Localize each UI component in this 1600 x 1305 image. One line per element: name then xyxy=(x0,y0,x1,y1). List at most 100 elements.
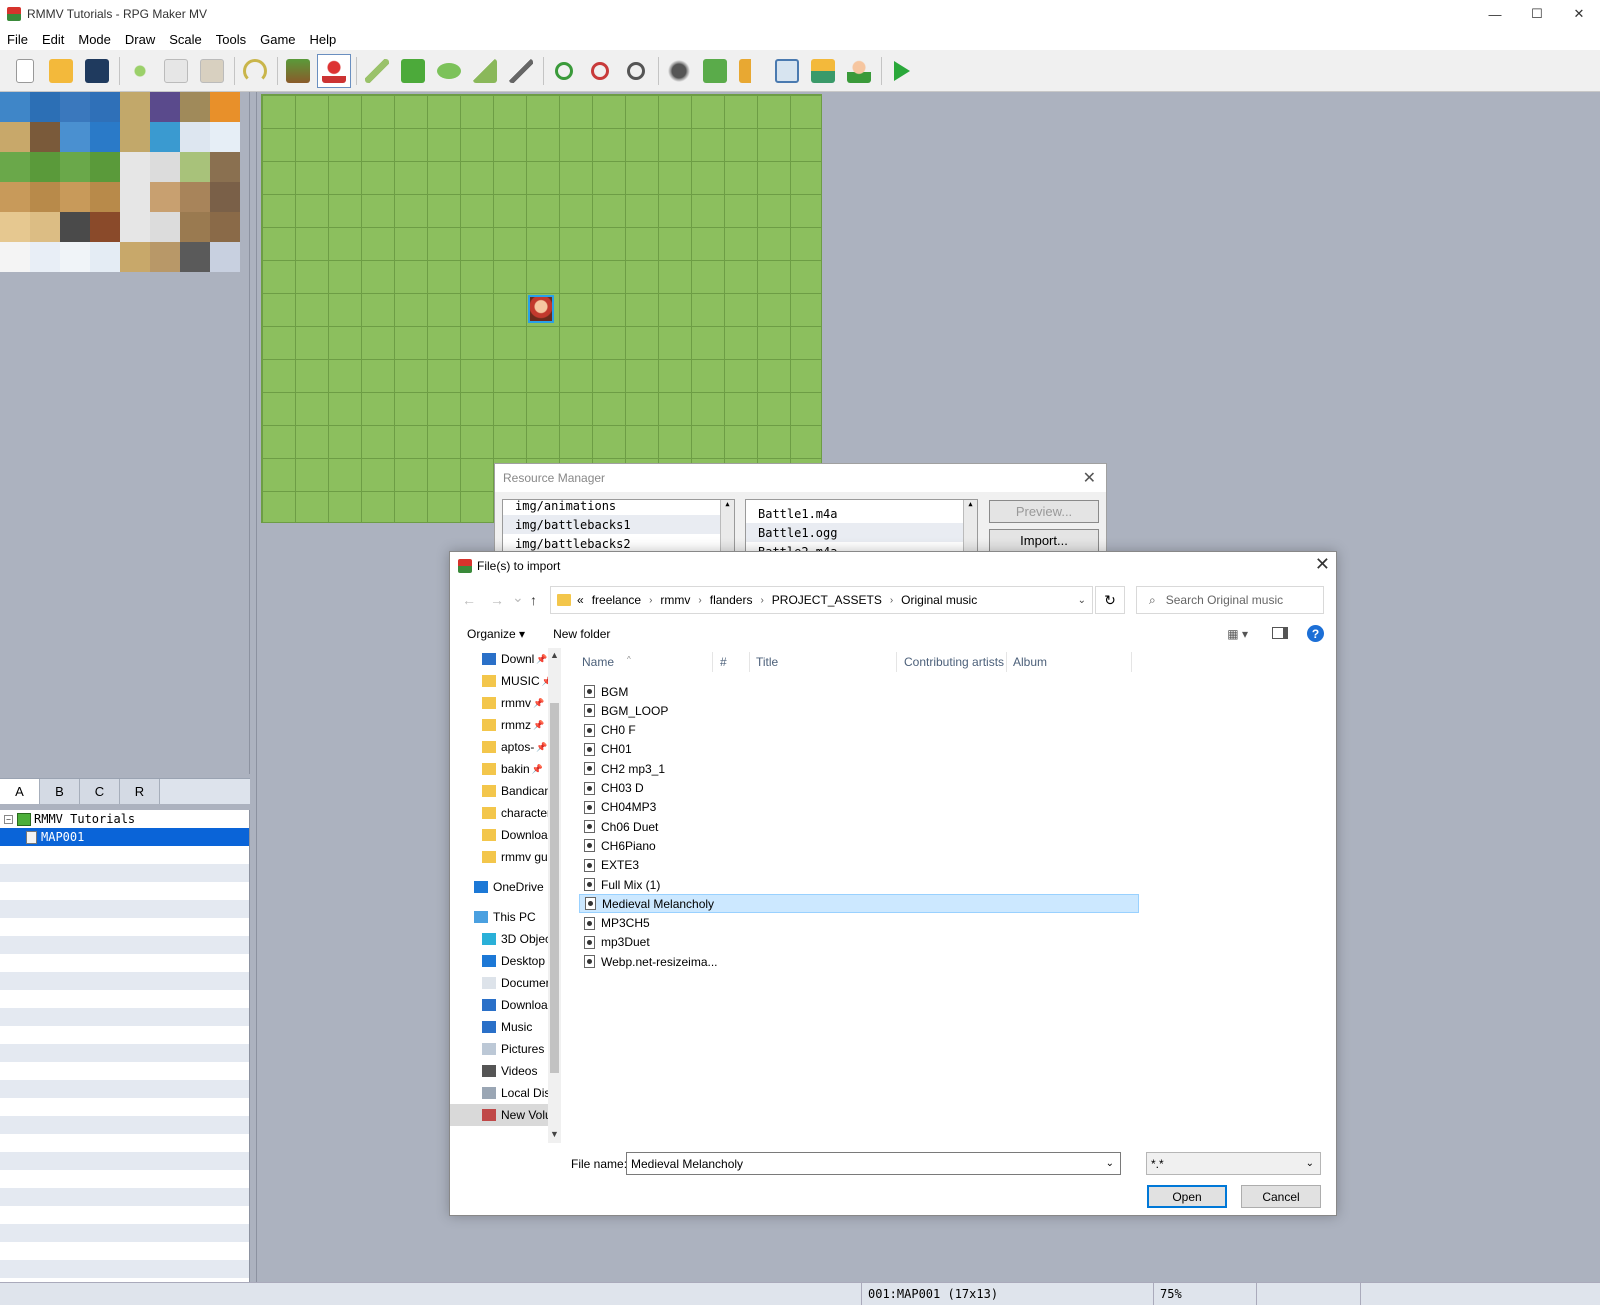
nav-item[interactable]: aptos- 📌 xyxy=(450,736,560,758)
file-row[interactable]: BGM_LOOP xyxy=(579,701,1139,720)
file-row[interactable]: BGM xyxy=(579,682,1139,701)
tile[interactable] xyxy=(60,152,90,182)
tile[interactable] xyxy=(0,122,30,152)
zoom-in-button[interactable] xyxy=(547,54,581,88)
file-row[interactable]: Webp.net-resizeima... xyxy=(579,952,1139,971)
file-row[interactable]: CH04MP3 xyxy=(579,798,1139,817)
tile[interactable] xyxy=(0,212,30,242)
actual-size-button[interactable] xyxy=(619,54,653,88)
help-icon[interactable]: ? xyxy=(1307,625,1324,642)
tile[interactable] xyxy=(60,242,90,272)
new-folder-button[interactable]: New folder xyxy=(553,627,610,641)
import-button[interactable]: Import... xyxy=(989,529,1099,552)
tile[interactable] xyxy=(60,122,90,152)
event-searcher-button[interactable] xyxy=(770,54,804,88)
preview-pane-icon[interactable] xyxy=(1272,627,1288,639)
tile[interactable] xyxy=(150,122,180,152)
nav-item[interactable]: Downloa xyxy=(450,824,560,846)
file-name-input[interactable]: Medieval Melancholy ⌄ xyxy=(626,1152,1121,1175)
tile[interactable] xyxy=(180,182,210,212)
file-row[interactable]: mp3Duet xyxy=(579,933,1139,952)
resource-folder-scrollbar[interactable]: ▲ xyxy=(720,500,734,554)
menu-file[interactable]: File xyxy=(0,32,35,47)
pencil-button[interactable] xyxy=(360,54,394,88)
nav-item[interactable]: rmmz 📌 xyxy=(450,714,560,736)
menu-mode[interactable]: Mode xyxy=(71,32,118,47)
tile[interactable] xyxy=(120,212,150,242)
resource-folder-list[interactable]: img/animations img/battlebacks1 img/batt… xyxy=(502,499,735,555)
file-row[interactable]: Full Mix (1) xyxy=(579,875,1139,894)
refresh-button[interactable]: ↻ xyxy=(1095,586,1125,614)
dialog-close-button[interactable]: ✕ xyxy=(1315,554,1330,575)
nav-item[interactable]: character xyxy=(450,802,560,824)
tile[interactable] xyxy=(90,92,120,122)
resource-manager-button[interactable] xyxy=(806,54,840,88)
ellipse-button[interactable] xyxy=(432,54,466,88)
fill-button[interactable] xyxy=(468,54,502,88)
nav-item[interactable]: Downl 📌 xyxy=(450,648,560,670)
breadcrumb-freelance[interactable]: freelance xyxy=(592,593,641,607)
scrollbar-thumb[interactable] xyxy=(550,703,559,1073)
column-name[interactable]: Name xyxy=(582,655,614,669)
list-item[interactable]: Battle1.ogg xyxy=(746,523,977,542)
tile[interactable] xyxy=(0,152,30,182)
tab-r[interactable]: R xyxy=(120,779,160,804)
resource-file-list[interactable]: Battle1.m4a Battle1.ogg Battle2.m4a ▲ xyxy=(745,499,978,555)
tile[interactable] xyxy=(210,122,240,152)
save-project-button[interactable] xyxy=(80,54,114,88)
tile[interactable] xyxy=(0,182,30,212)
tile[interactable] xyxy=(120,92,150,122)
column-number[interactable]: # xyxy=(720,655,727,669)
file-row[interactable]: CH2 mp3_1 xyxy=(579,759,1139,778)
back-arrow-icon[interactable]: ← xyxy=(462,592,476,608)
tile[interactable] xyxy=(210,182,240,212)
list-item[interactable]: img/animations xyxy=(503,500,734,515)
event-mode-button[interactable] xyxy=(317,53,351,88)
database-button[interactable] xyxy=(662,54,696,88)
file-row[interactable]: CH0 F xyxy=(579,721,1139,740)
tile[interactable] xyxy=(30,182,60,212)
resource-file-scrollbar[interactable]: ▲ xyxy=(963,500,977,554)
tile[interactable] xyxy=(180,92,210,122)
undo-button[interactable] xyxy=(238,54,272,88)
nav-item[interactable]: 3D Objec xyxy=(450,928,560,950)
view-options-icon[interactable]: ▦ ▾ xyxy=(1227,627,1248,641)
tileset-grid[interactable] xyxy=(0,92,240,272)
resource-manager-close-button[interactable]: ✕ xyxy=(1083,468,1096,488)
nav-item[interactable]: Music xyxy=(450,1016,560,1038)
tile[interactable] xyxy=(150,92,180,122)
up-arrow-icon[interactable]: ↑ xyxy=(530,592,537,608)
column-divider[interactable] xyxy=(749,652,750,672)
nav-item[interactable]: bakin 📌 xyxy=(450,758,560,780)
tile[interactable] xyxy=(90,152,120,182)
tab-a[interactable]: A xyxy=(0,779,40,804)
paste-button[interactable] xyxy=(195,54,229,88)
tile[interactable] xyxy=(30,242,60,272)
tile[interactable] xyxy=(180,242,210,272)
nav-item[interactable]: This PC xyxy=(450,906,560,928)
tile[interactable] xyxy=(150,212,180,242)
file-row[interactable]: Ch06 Duet xyxy=(579,817,1139,836)
map-grid[interactable] xyxy=(261,94,822,523)
tile[interactable] xyxy=(210,212,240,242)
map-mode-button[interactable] xyxy=(281,54,315,88)
chevron-down-icon[interactable]: ⌄ xyxy=(1306,1158,1314,1169)
breadcrumb-rmmv[interactable]: rmmv xyxy=(660,593,690,607)
nav-item[interactable]: Downloa xyxy=(450,994,560,1016)
tile[interactable] xyxy=(210,152,240,182)
nav-item[interactable]: Desktop xyxy=(450,950,560,972)
file-row[interactable]: EXTE3 xyxy=(579,856,1139,875)
file-row[interactable]: CH03 D xyxy=(579,779,1139,798)
open-project-button[interactable] xyxy=(44,54,78,88)
chevron-down-icon[interactable]: ⌄ xyxy=(1078,595,1086,606)
tile[interactable] xyxy=(120,122,150,152)
nav-item[interactable]: Bandican xyxy=(450,780,560,802)
menu-edit[interactable]: Edit xyxy=(35,32,71,47)
sound-test-button[interactable] xyxy=(734,54,768,88)
character-generator-button[interactable] xyxy=(842,54,876,88)
tile[interactable] xyxy=(0,92,30,122)
menu-game[interactable]: Game xyxy=(253,32,302,47)
scroll-up-icon[interactable]: ▲ xyxy=(550,650,559,660)
collapse-icon[interactable]: − xyxy=(4,814,13,824)
tree-project-row[interactable]: − RMMV Tutorials xyxy=(0,810,249,828)
